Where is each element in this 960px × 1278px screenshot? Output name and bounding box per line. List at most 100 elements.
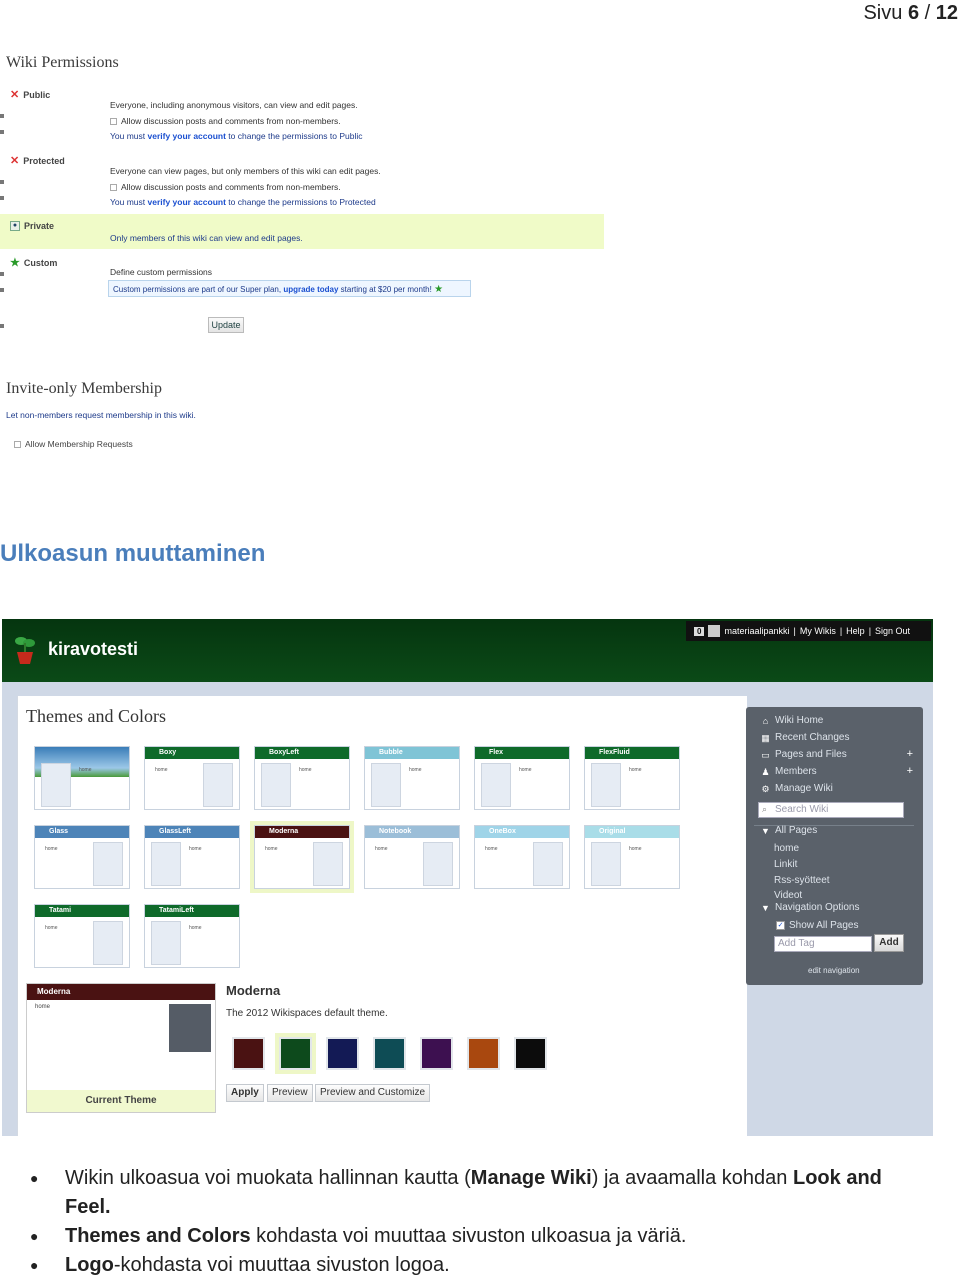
public-verify: You must verify your account to change t… — [110, 131, 362, 141]
divider: | — [839, 626, 843, 636]
margin-tick — [0, 288, 4, 292]
preview-sidebar — [169, 1004, 211, 1052]
theme-thumbnail[interactable]: Flex home — [474, 746, 570, 810]
theme-thumbnail[interactable]: FlexFluid home — [584, 746, 680, 810]
verify-text: to change the permissions to Public — [228, 131, 363, 141]
themes-panel: Themes and Colors home Boxy home BoxyLeft ho… — [17, 696, 747, 1136]
edit-navigation-link[interactable]: edit navigation — [808, 966, 860, 975]
theme-thumbnail-name: GlassLeft — [145, 826, 239, 838]
username-link[interactable]: materiaalipankki — [724, 626, 789, 636]
preview-customize-button[interactable]: Preview and Customize — [315, 1084, 431, 1102]
option-custom[interactable]: ★ Custom — [10, 256, 57, 269]
color-swatch[interactable] — [467, 1037, 500, 1070]
themes-heading: Themes and Colors — [26, 706, 166, 726]
preview-home: home — [35, 1004, 51, 1010]
theme-thumbnail[interactable]: Notebook home — [364, 825, 460, 889]
theme-thumbnail[interactable]: BoxyLeft home — [254, 746, 350, 810]
bold-text: Manage Wiki — [470, 1167, 592, 1189]
nav-recent-changes[interactable]: ▦ Recent Changes — [760, 732, 850, 743]
page-prefix: Sivu — [863, 2, 903, 24]
upgrade-link[interactable]: upgrade today — [283, 285, 338, 294]
notification-badge[interactable]: 0 — [694, 626, 705, 636]
my-wikis-link[interactable]: My Wikis — [800, 626, 836, 636]
update-button[interactable]: Update — [208, 317, 244, 333]
preview-button[interactable]: Preview — [267, 1084, 313, 1102]
theme-thumbnail[interactable]: GlassLeft home — [144, 825, 240, 889]
theme-thumbnail[interactable]: Glass home — [34, 825, 130, 889]
theme-thumbnail[interactable]: Original home — [584, 825, 680, 889]
margin-tick — [0, 324, 4, 328]
option-protected[interactable]: ✕ Protected — [10, 154, 65, 167]
invite-desc: Let non-members request membership in th… — [6, 410, 196, 420]
custom-promo: Custom permissions are part of our Super… — [108, 280, 471, 297]
help-link[interactable]: Help — [846, 626, 865, 636]
theme-thumbnail-home: home — [45, 925, 58, 931]
theme-thumbnail-sidebar — [371, 763, 401, 807]
theme-thumbnail[interactable]: OneBox home — [474, 825, 570, 889]
plus-icon[interactable]: + — [907, 748, 913, 760]
divider: | — [793, 626, 796, 636]
instruction-list: Wikin ulkoasua voi muokata hallinnan kau… — [30, 1164, 930, 1278]
page-link[interactable]: Linkit — [774, 859, 797, 870]
theme-thumbnail-home: home — [519, 767, 532, 773]
color-swatch[interactable] — [326, 1037, 359, 1070]
color-swatch[interactable] — [232, 1037, 265, 1070]
site-title[interactable]: kiravotesti — [48, 639, 138, 660]
nav-label: Recent Changes — [775, 732, 850, 743]
plus-icon[interactable]: + — [907, 765, 913, 777]
color-swatch[interactable] — [373, 1037, 406, 1070]
theme-thumbnail-home: home — [189, 846, 202, 852]
option-private[interactable]: ● Private — [10, 221, 54, 231]
protected-allow-row[interactable]: Allow discussion posts and comments from… — [110, 182, 341, 192]
add-tag-button[interactable]: Add — [874, 934, 904, 952]
checkbox-checked-icon[interactable]: ✓ — [776, 921, 785, 930]
theme-thumbnail-sidebar — [93, 842, 123, 886]
current-theme-label: Current Theme — [27, 1090, 215, 1112]
radio-selected-icon[interactable]: ● — [10, 221, 20, 231]
theme-thumbnail[interactable]: Moderna home — [250, 821, 354, 893]
color-swatch[interactable] — [514, 1037, 547, 1070]
search-input[interactable]: ⌕ Search Wiki — [758, 802, 904, 818]
nav-all-pages[interactable]: ▼ All Pages — [760, 825, 817, 836]
page-link[interactable]: Rss-syötteet — [774, 875, 830, 886]
verify-link[interactable]: verify your account — [148, 131, 226, 141]
color-swatch[interactable] — [275, 1033, 316, 1074]
nav-members[interactable]: ♟ Members — [760, 766, 816, 777]
permissions-title: Wiki Permissions — [6, 54, 119, 71]
star-icon: ★ — [10, 257, 20, 269]
verify-link[interactable]: verify your account — [148, 197, 226, 207]
nav-pages-files[interactable]: ▭ Pages and Files — [760, 749, 846, 760]
bold-text: Themes and Colors — [65, 1225, 251, 1247]
theme-thumbnail[interactable]: Tatami home — [34, 904, 130, 968]
theme-thumbnail-home: home — [265, 846, 278, 852]
theme-thumbnail[interactable]: Bubble home — [364, 746, 460, 810]
list-item: Logo-kohdasta voi muuttaa sivuston logoa… — [30, 1251, 930, 1278]
nav-options[interactable]: ▼ Navigation Options — [760, 902, 859, 913]
margin-tick — [0, 272, 4, 276]
color-swatch[interactable] — [420, 1037, 453, 1070]
page-link[interactable]: Videot — [774, 890, 802, 901]
option-public[interactable]: ✕ Public — [10, 88, 50, 101]
theme-thumbnail-sidebar — [423, 842, 453, 886]
theme-thumbnail[interactable]: home — [34, 746, 130, 810]
nav-wiki-home[interactable]: ⌂ Wiki Home — [760, 715, 824, 726]
protected-desc: Everyone can view pages, but only member… — [110, 166, 381, 176]
sign-out-link[interactable]: Sign Out — [875, 626, 910, 636]
checkbox[interactable] — [14, 441, 21, 449]
page-link[interactable]: home — [774, 843, 799, 854]
theme-thumbnail-name: Bubble — [365, 747, 459, 759]
show-all-pages-row[interactable]: ✓ Show All Pages — [776, 920, 859, 931]
avatar[interactable] — [708, 625, 721, 637]
nav-manage-wiki[interactable]: ⚙ Manage Wiki — [760, 783, 832, 794]
checkbox[interactable] — [110, 184, 117, 192]
theme-thumbnail-name: Tatami — [35, 905, 129, 917]
checkbox[interactable] — [110, 118, 117, 126]
invite-allow-row[interactable]: Allow Membership Requests — [14, 439, 133, 449]
apply-button[interactable]: Apply — [226, 1084, 264, 1102]
theme-thumbnail-name: Original — [585, 826, 679, 838]
public-allow-row[interactable]: Allow discussion posts and comments from… — [110, 116, 341, 126]
add-tag-input[interactable]: Add Tag — [774, 936, 872, 952]
selected-theme-desc: The 2012 Wikispaces default theme. — [226, 1008, 388, 1019]
theme-thumbnail[interactable]: Boxy home — [144, 746, 240, 810]
theme-thumbnail[interactable]: TatamiLeft home — [144, 904, 240, 968]
